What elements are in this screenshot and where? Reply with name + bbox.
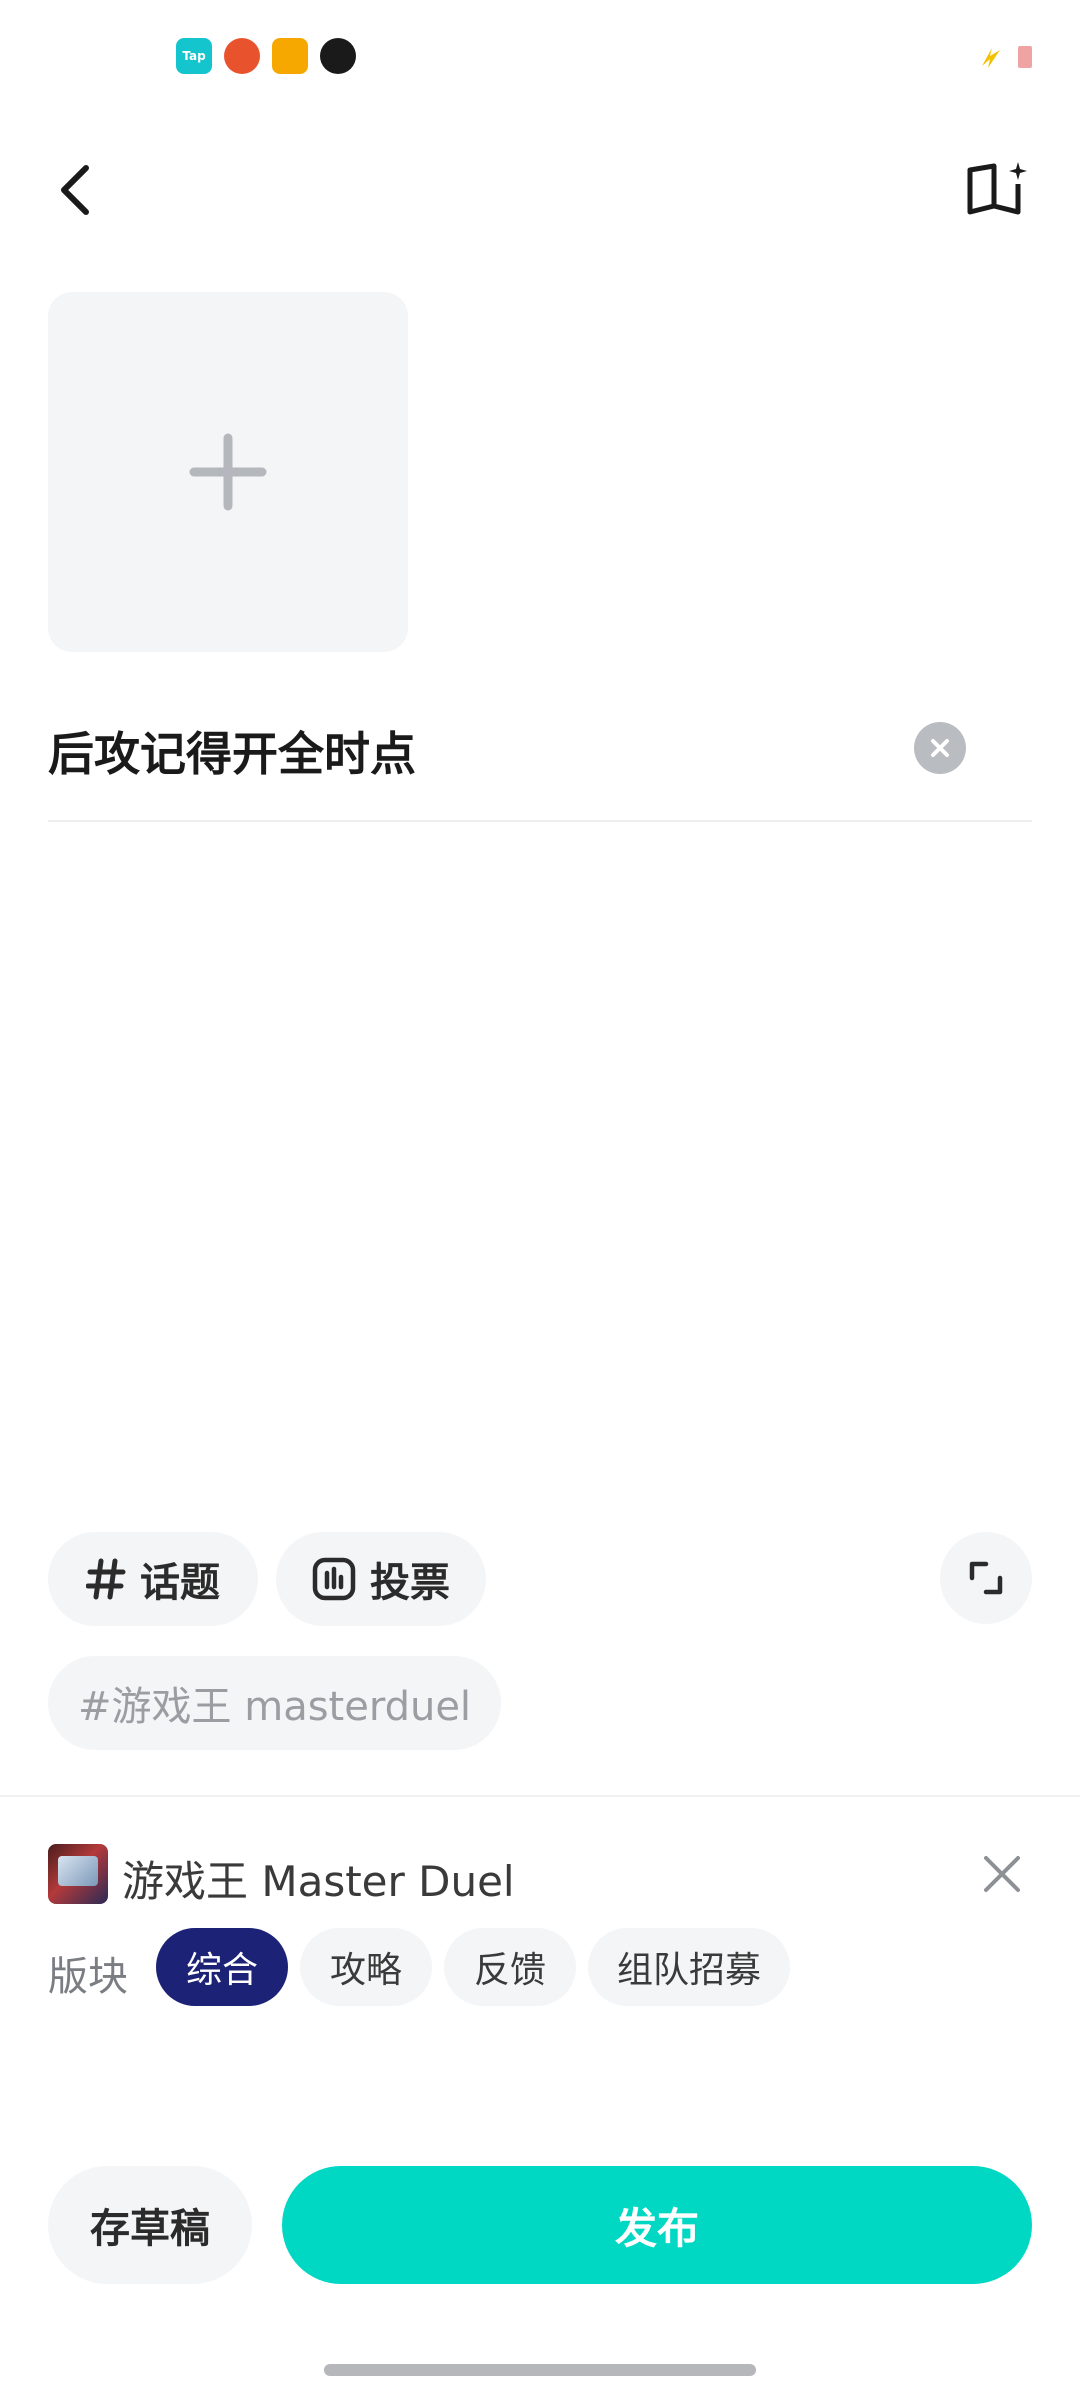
- vote-label: 投票: [370, 1560, 450, 1606]
- publish-button[interactable]: 发布: [282, 2166, 1032, 2284]
- close-icon: [984, 1856, 1020, 1892]
- game-name: 游戏王 Master Duel: [122, 1857, 515, 1906]
- robot-icon: [224, 38, 260, 74]
- battery-icon: [1018, 46, 1032, 68]
- topic-button[interactable]: 话题: [48, 1532, 258, 1626]
- notification-icons: Tap: [176, 38, 356, 74]
- status-right: [978, 44, 1032, 70]
- vote-button[interactable]: 投票: [276, 1532, 486, 1626]
- expand-editor-button[interactable]: [940, 1532, 1032, 1624]
- plus-icon: [189, 433, 267, 511]
- save-draft-button[interactable]: 存草稿: [48, 2166, 252, 2284]
- section-option-guide[interactable]: 攻略: [300, 1928, 432, 2006]
- home-indicator[interactable]: [324, 2364, 756, 2376]
- remove-game-button[interactable]: [978, 1850, 1026, 1898]
- hashtag-icon: [86, 1558, 126, 1600]
- clear-icon: [931, 739, 949, 757]
- selected-topic-tag[interactable]: #游戏王 masterduel: [48, 1656, 502, 1750]
- section-option-team-recruit[interactable]: 组队招募: [588, 1928, 790, 2006]
- note-icon: [272, 38, 308, 74]
- title-input[interactable]: 后攻记得开全时点: [48, 718, 416, 784]
- guide-book-icon: [967, 162, 1027, 215]
- tap-icon: Tap: [176, 38, 212, 74]
- back-button[interactable]: [48, 160, 108, 220]
- charging-icon: [982, 48, 1000, 68]
- guide-button[interactable]: [964, 160, 1030, 220]
- section-option-feedback[interactable]: 反馈: [444, 1928, 576, 2006]
- vote-icon: [312, 1557, 356, 1601]
- clear-title-button[interactable]: [914, 722, 966, 774]
- game-icon: [48, 1844, 108, 1904]
- title-divider: [48, 820, 1032, 822]
- expand-icon: [969, 1561, 1003, 1595]
- section-label: 版块: [48, 1954, 128, 2000]
- section-divider: [0, 1795, 1080, 1797]
- add-image-button[interactable]: [48, 292, 408, 652]
- qq-icon: [320, 38, 356, 74]
- section-option-general[interactable]: 综合: [156, 1928, 288, 2006]
- back-arrow-icon: [61, 165, 89, 215]
- topic-label: 话题: [140, 1560, 220, 1606]
